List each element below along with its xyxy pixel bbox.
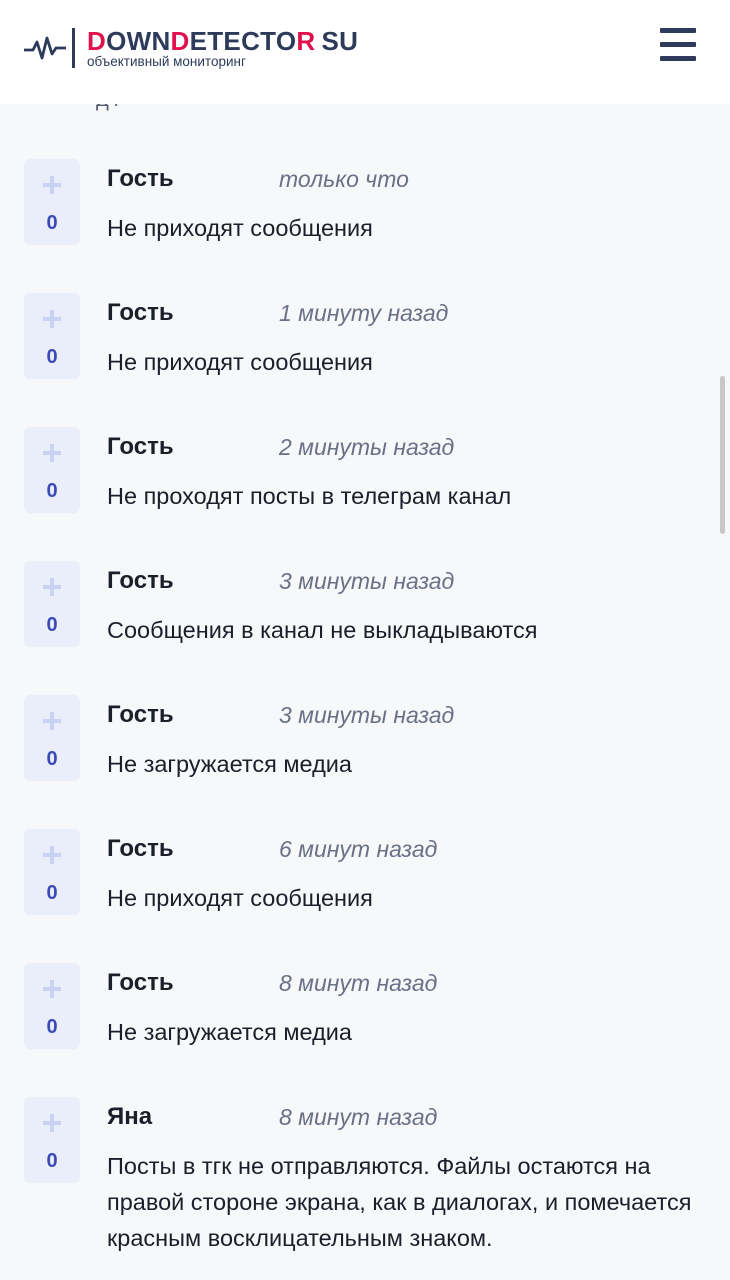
comment-text: Не приходят сообщения — [107, 215, 373, 241]
brand: DOWNDETECTOR SU объективный мониторинг — [87, 28, 358, 69]
brand-letter: D — [87, 25, 107, 56]
vote-box: 0 — [24, 427, 80, 513]
comment-text: Сообщения в канал не выкладываются — [107, 617, 538, 643]
scrollbar[interactable] — [720, 376, 725, 534]
brand-subtitle: объективный мониторинг — [87, 53, 246, 69]
comment-author: Гость — [107, 165, 174, 192]
comment-time: 6 минут назад — [279, 836, 438, 862]
vote-box: 0 — [24, 695, 80, 781]
vote-count: 0 — [46, 480, 58, 502]
upvote-plus-icon[interactable] — [42, 1113, 62, 1133]
comment-author: Гость — [107, 433, 174, 460]
brand-part: ETECTO — [189, 25, 297, 56]
brand-title: DOWNDETECTOR SU — [87, 28, 358, 54]
comment-time: 1 минуту назад — [279, 300, 449, 326]
pulse-icon — [24, 36, 66, 60]
vote-count: 0 — [46, 748, 58, 770]
vote-count: 0 — [46, 882, 58, 904]
comment-author: Гость — [107, 969, 174, 996]
logo-divider — [72, 28, 75, 68]
brand-su: SU — [321, 25, 359, 56]
vote-box: 0 — [24, 159, 80, 245]
comment-text: Не приходят сообщения — [107, 885, 373, 911]
menu-bar — [660, 28, 696, 33]
vote-count: 0 — [46, 346, 58, 368]
comment-time: 2 минуты назад — [279, 434, 455, 460]
upvote-plus-icon[interactable] — [42, 443, 62, 463]
menu-icon[interactable] — [660, 28, 696, 66]
vote-count: 0 — [46, 212, 58, 234]
vote-box: 0 — [24, 829, 80, 915]
vote-box: 0 — [24, 1097, 80, 1183]
comment-author: Гость — [107, 701, 174, 728]
comment-text: Посты в тгк не отправляются. Файлы остаю… — [107, 1153, 692, 1251]
comment-text: Не проходят посты в телеграм канал — [107, 483, 512, 509]
upvote-plus-icon[interactable] — [42, 577, 62, 597]
comment-author: Гость — [107, 299, 174, 326]
comment-text: Не приходят сообщения — [107, 349, 373, 375]
comment-time: 8 минут назад — [279, 1104, 438, 1130]
comment-text: Не загружается медиа — [107, 1019, 353, 1045]
comment-time: 3 минуты назад — [279, 702, 455, 728]
vote-count: 0 — [46, 1150, 58, 1172]
menu-bar — [660, 56, 696, 61]
vote-box: 0 — [24, 293, 80, 379]
comment-text: Не загружается медиа — [107, 751, 353, 777]
comment-author: Гость — [107, 835, 174, 862]
vote-count: 0 — [46, 1016, 58, 1038]
vote-box: 0 — [24, 963, 80, 1049]
comment-time: 8 минут назад — [279, 970, 438, 996]
upvote-plus-icon[interactable] — [42, 309, 62, 329]
brand-part: OWN — [106, 25, 171, 56]
comment-time: только что — [279, 166, 409, 192]
upvote-plus-icon[interactable] — [42, 175, 62, 195]
brand-letter: R — [296, 25, 316, 56]
site-logo[interactable]: DOWNDETECTOR SU объективный мониторинг — [24, 28, 358, 68]
site-header: DOWNDETECTOR SU объективный мониторинг — [0, 0, 730, 104]
vote-count: 0 — [46, 614, 58, 636]
vote-box: 0 — [24, 561, 80, 647]
comment-author: Яна — [107, 1103, 153, 1130]
comment-author: Гость — [107, 567, 174, 594]
brand-letter: D — [170, 25, 190, 56]
upvote-plus-icon[interactable] — [42, 979, 62, 999]
menu-bar — [660, 42, 696, 47]
upvote-plus-icon[interactable] — [42, 845, 62, 865]
upvote-plus-icon[interactable] — [42, 711, 62, 731]
comment-time: 3 минуты назад — [279, 568, 455, 594]
